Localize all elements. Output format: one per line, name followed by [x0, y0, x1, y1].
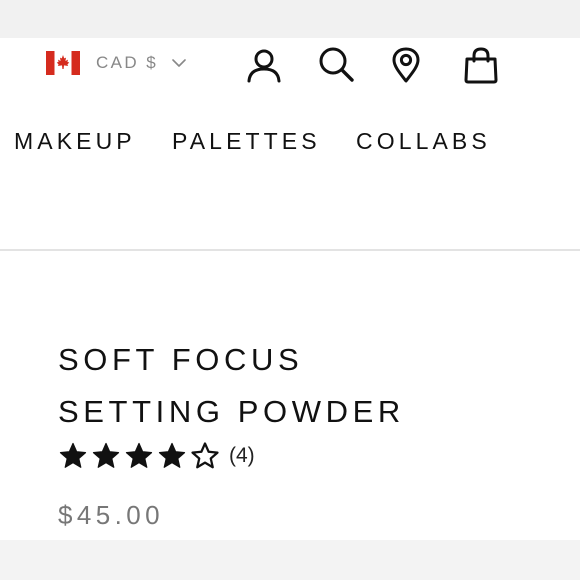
product-title-line-2: SETTING POWDER [58, 394, 405, 429]
chevron-down-icon [172, 59, 186, 67]
star-filled-icon [92, 442, 120, 468]
nav-item-collabs[interactable]: COLLABS [356, 128, 491, 155]
product-title-line-1: SOFT FOCUS [58, 342, 304, 377]
review-count: (4) [229, 444, 255, 467]
search-icon [319, 47, 354, 82]
store-locator-icon [392, 47, 420, 83]
search-button[interactable] [317, 46, 355, 84]
star-empty-icon [191, 442, 219, 469]
account-icon [247, 49, 281, 83]
star-filled-icon [125, 442, 153, 468]
canada-flag-icon [46, 51, 80, 75]
shopping-bag-button[interactable] [462, 46, 500, 84]
bottom-strip [0, 540, 580, 580]
main-nav: MAKEUP PALETTES COLLABS [0, 124, 580, 160]
product-title: SOFT FOCUS SETTING POWDER [58, 334, 538, 438]
product-rating[interactable]: (4) [58, 440, 255, 472]
nav-item-palettes[interactable]: PALETTES [172, 128, 321, 155]
account-button[interactable] [245, 46, 283, 84]
shopping-bag-icon [464, 47, 498, 84]
header-divider [0, 249, 580, 251]
star-rating [58, 441, 223, 471]
store-locator-button[interactable] [387, 46, 425, 84]
currency-label: CAD $ [96, 53, 159, 72]
star-filled-icon [59, 442, 87, 468]
currency-selector[interactable]: CAD $ [46, 50, 186, 76]
top-strip [0, 0, 580, 38]
utility-bar: CAD $ [0, 38, 580, 90]
star-filled-icon [158, 442, 186, 468]
product-price: $45.00 [58, 500, 164, 530]
nav-item-makeup[interactable]: MAKEUP [14, 128, 136, 155]
